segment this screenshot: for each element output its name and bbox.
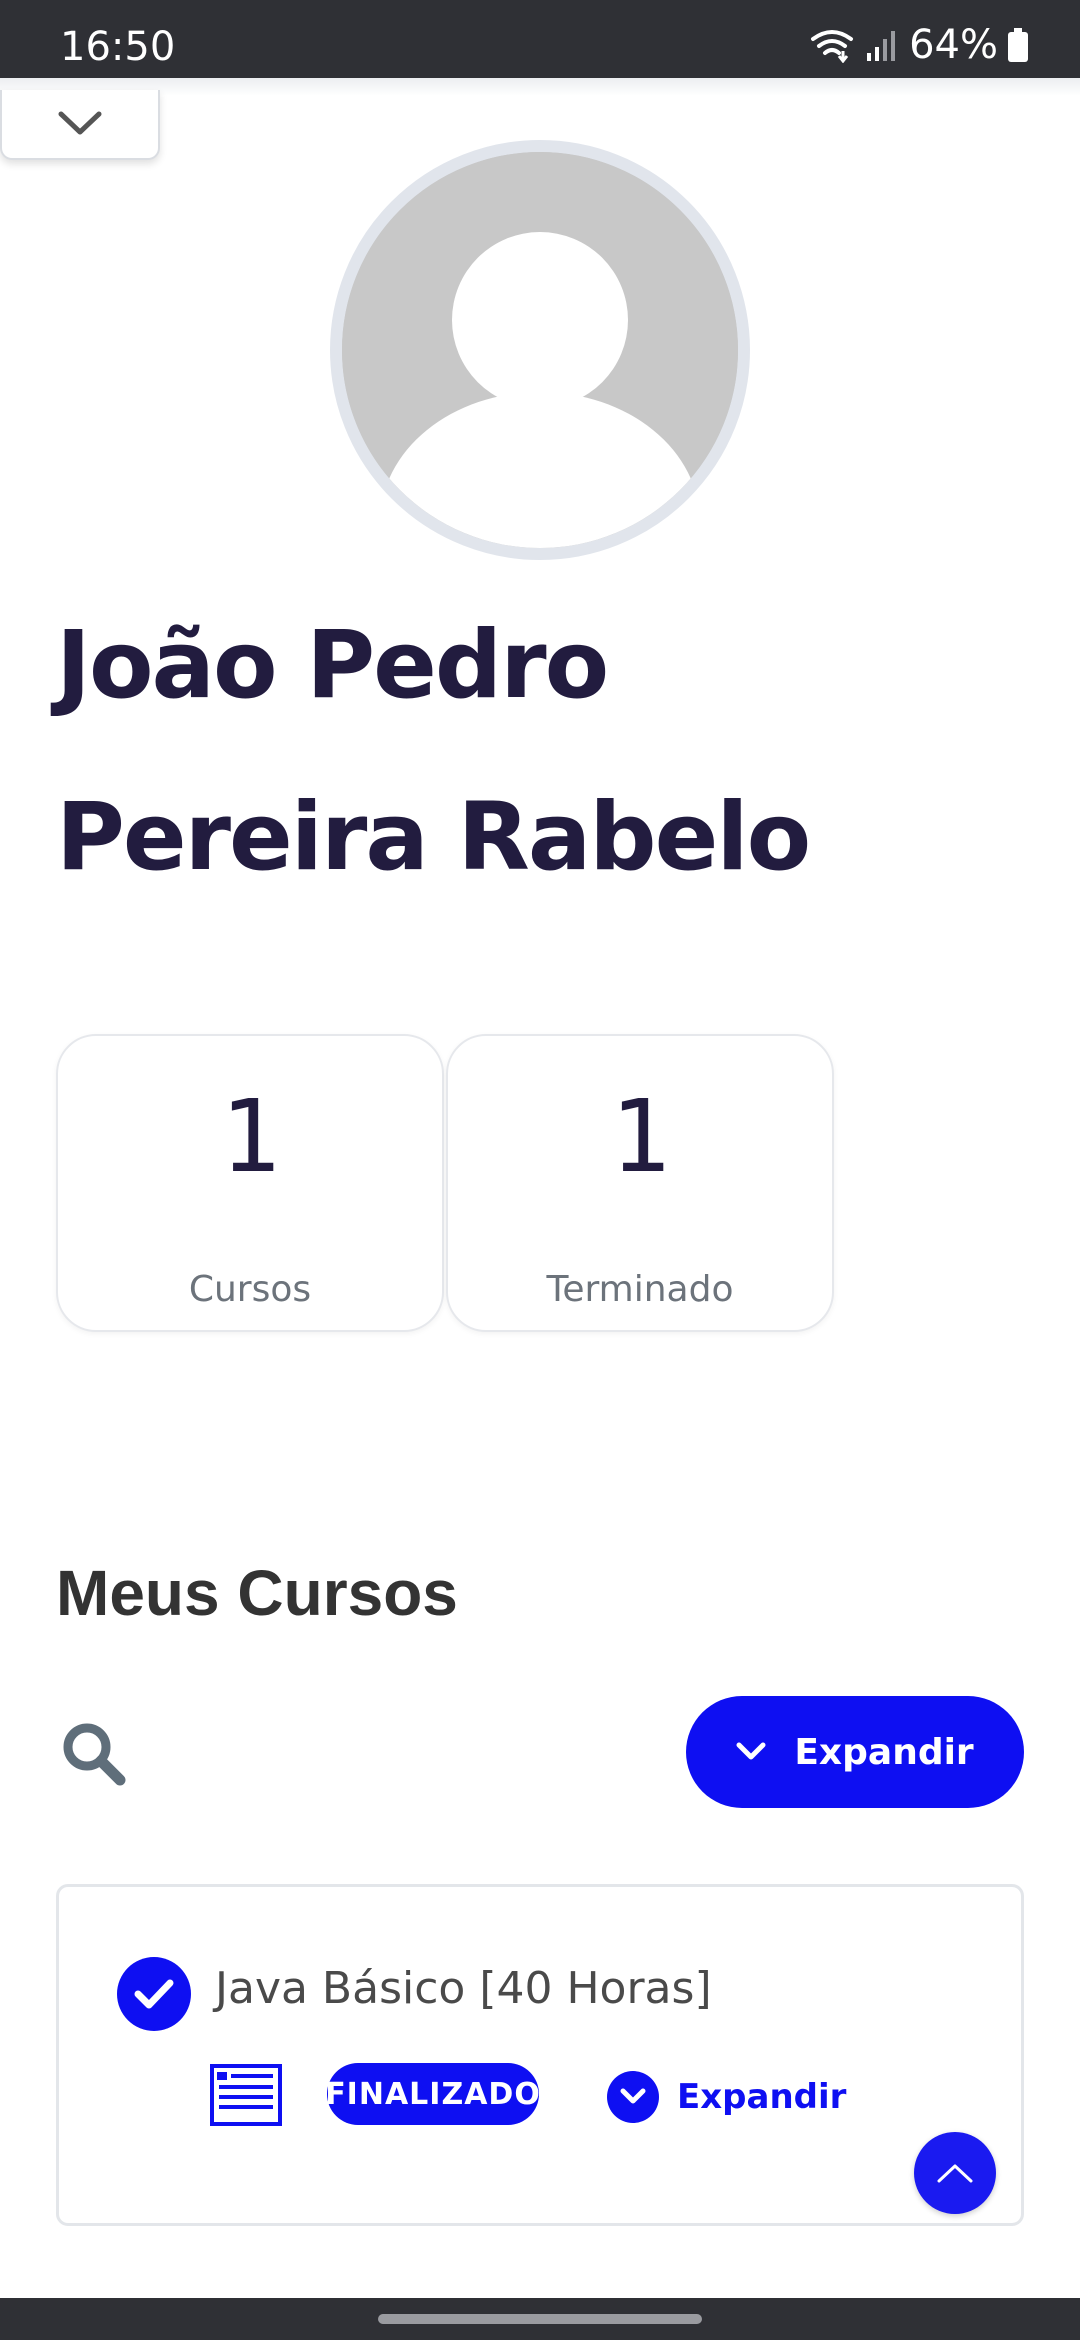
stat-card-finished: 1 Terminado xyxy=(446,1034,834,1332)
avatar-placeholder-icon xyxy=(342,152,738,548)
expand-all-label: Expandir xyxy=(794,1731,974,1773)
status-badge: FINALIZADO xyxy=(325,2063,540,2125)
course-expand-button[interactable]: Expandir xyxy=(607,2071,846,2123)
scroll-to-top-button[interactable] xyxy=(914,2132,996,2214)
stat-value: 1 xyxy=(609,1078,671,1195)
check-icon xyxy=(117,1957,191,2031)
search-icon xyxy=(63,1723,126,1786)
chevron-down-icon xyxy=(58,111,102,135)
search-button[interactable] xyxy=(56,1716,132,1792)
chevron-up-icon xyxy=(937,2164,973,2183)
home-indicator[interactable] xyxy=(378,2314,702,2324)
avatar[interactable] xyxy=(330,140,750,560)
chevron-down-icon xyxy=(736,1742,766,1760)
status-icons: 64% xyxy=(809,22,1028,68)
profile-name: João Pedro Pereira Rabelo xyxy=(56,611,811,892)
signal-icon xyxy=(867,31,896,61)
chevron-down-icon xyxy=(607,2071,659,2123)
stat-value: 1 xyxy=(219,1078,281,1195)
header-shadow xyxy=(0,78,1080,96)
stat-label: Terminado xyxy=(546,1269,734,1310)
section-title: Meus Cursos xyxy=(56,1557,458,1629)
certificate-icon[interactable] xyxy=(209,2063,283,2127)
collapse-header-button[interactable] xyxy=(0,90,160,160)
battery-icon xyxy=(1008,28,1028,62)
course-title[interactable]: Java Básico [40 Horas] xyxy=(215,1963,712,2014)
course-expand-label: Expandir xyxy=(677,2077,847,2117)
status-time: 16:50 xyxy=(60,24,176,70)
stat-card-courses: 1 Cursos xyxy=(56,1034,444,1332)
expand-all-button[interactable]: Expandir xyxy=(686,1696,1024,1808)
stat-label: Cursos xyxy=(188,1269,312,1310)
course-card[interactable]: Java Básico [40 Horas] FINALIZADO Expand… xyxy=(56,1884,1024,2226)
status-bar: 16:50 64% xyxy=(0,0,1080,78)
wifi-icon xyxy=(811,30,854,63)
system-nav-bar xyxy=(0,2298,1080,2340)
battery-percentage: 64% xyxy=(909,22,998,68)
